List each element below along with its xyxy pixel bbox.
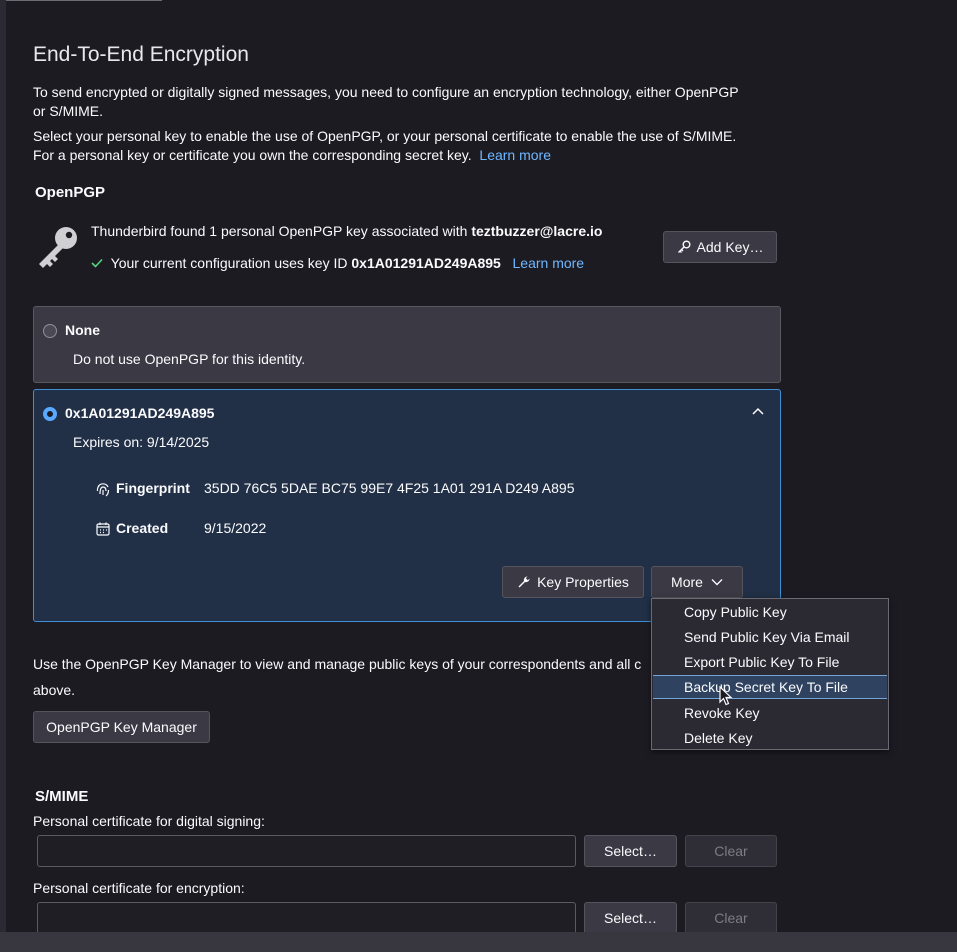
config-learn-more-link[interactable]: Learn more <box>513 255 585 271</box>
signing-cert-field[interactable] <box>37 835 576 867</box>
key-manager-button[interactable]: OpenPGP Key Manager <box>33 711 210 743</box>
more-menu: Copy Public Key Send Public Key Via Emai… <box>651 598 889 750</box>
fingerprint-icon <box>95 481 111 497</box>
add-key-button[interactable]: Add Key… <box>663 231 777 263</box>
key-found-email: teztbuzzer@lacre.io <box>471 223 603 239</box>
intro-text: To send encrypted or digitally signed me… <box>33 83 793 121</box>
key-found-text: Thunderbird found 1 personal OpenPGP key… <box>91 222 602 241</box>
menu-item-send-public-key[interactable]: Send Public Key Via Email <box>653 625 887 649</box>
key-properties-button[interactable]: Key Properties <box>502 566 644 598</box>
intro-line-2: Select your personal key to enable the u… <box>33 128 737 144</box>
config-status: Your current configuration uses key ID 0… <box>91 254 584 273</box>
more-label: More <box>671 574 703 590</box>
menu-item-copy-public-key[interactable]: Copy Public Key <box>653 600 887 624</box>
chevron-up-icon[interactable] <box>750 404 766 420</box>
key-expires: Expires on: 9/14/2025 <box>73 434 210 450</box>
config-key-id: 0x1A01291AD249A895 <box>351 255 501 271</box>
key-option-label: 0x1A01291AD249A895 <box>65 405 215 421</box>
signing-cert-label: Personal certificate for digital signing… <box>33 813 265 829</box>
menu-item-revoke-key[interactable]: Revoke Key <box>653 701 887 725</box>
left-panel-edge <box>0 0 6 952</box>
intro-text-2: Select your personal key to enable the u… <box>33 127 793 165</box>
config-prefix: Your current configuration uses key ID <box>110 255 352 271</box>
mouse-cursor-icon <box>719 685 733 706</box>
menu-item-delete-key[interactable]: Delete Key <box>653 726 887 750</box>
fingerprint-label: Fingerprint <box>116 480 190 496</box>
menu-item-backup-secret-key[interactable]: Backup Secret Key To File <box>653 675 887 699</box>
intro-line-1b: or S/MIME. <box>33 103 104 119</box>
created-value: 9/15/2022 <box>204 520 267 536</box>
check-icon <box>91 254 107 273</box>
fingerprint-value: 35DD 76C5 5DAE BC75 99E7 4F25 1A01 291A … <box>204 480 575 496</box>
key-radio[interactable] <box>43 407 57 421</box>
encryption-clear-button[interactable]: Clear <box>685 902 777 934</box>
learn-more-link[interactable]: Learn more <box>479 147 551 163</box>
more-button[interactable]: More <box>651 566 743 598</box>
none-option-card[interactable]: None Do not use OpenPGP for this identit… <box>33 306 781 383</box>
key-found-prefix: Thunderbird found 1 personal OpenPGP key… <box>91 223 472 239</box>
signing-clear-button[interactable]: Clear <box>685 835 777 867</box>
created-label: Created <box>116 520 169 536</box>
menu-item-export-public-key[interactable]: Export Public Key To File <box>653 650 887 674</box>
none-option-description: Do not use OpenPGP for this identity. <box>73 351 306 367</box>
calendar-icon <box>95 521 111 537</box>
signing-select-button[interactable]: Select… <box>584 835 677 867</box>
key-icon <box>35 224 81 270</box>
top-divider <box>6 0 162 1</box>
page-title: End-To-End Encryption <box>33 43 249 66</box>
chevron-down-icon <box>711 578 723 586</box>
none-option-label: None <box>65 322 100 338</box>
key-properties-label: Key Properties <box>537 574 629 590</box>
none-radio[interactable] <box>43 324 57 338</box>
smime-section-title: S/MIME <box>35 788 89 805</box>
key-option-card[interactable]: 0x1A01291AD249A895 Expires on: 9/14/2025… <box>33 389 781 622</box>
intro-line-3: For a personal key or certificate you ow… <box>33 147 472 163</box>
key-manager-text-line-2: above. <box>33 682 76 698</box>
key-add-icon <box>677 240 691 254</box>
wrench-icon <box>517 575 531 589</box>
key-manager-text: Use the OpenPGP Key Manager to view and … <box>33 651 653 703</box>
bottom-bar <box>0 932 957 952</box>
encryption-cert-label: Personal certificate for encryption: <box>33 880 245 896</box>
intro-line-1: To send encrypted or digitally signed me… <box>33 84 739 100</box>
encryption-cert-field[interactable] <box>37 902 576 934</box>
key-manager-text-line-1: Use the OpenPGP Key Manager to view and … <box>33 656 642 672</box>
openpgp-section-title: OpenPGP <box>35 184 106 201</box>
add-key-label: Add Key… <box>696 239 764 255</box>
encryption-select-button[interactable]: Select… <box>584 902 677 934</box>
